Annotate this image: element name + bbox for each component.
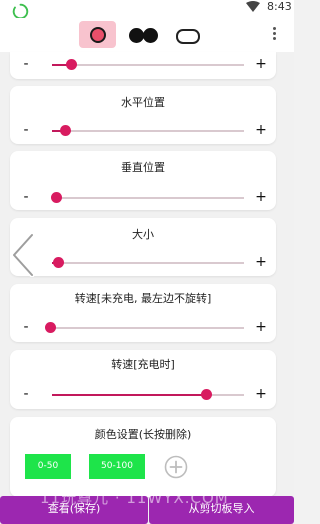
slider-track[interactable] <box>51 192 244 203</box>
tab-pill-style[interactable] <box>172 21 204 48</box>
slider-card-vertical-position: 垂直位置 - + <box>10 151 276 210</box>
slider-label: 水平位置 <box>121 96 165 109</box>
increase-button[interactable]: + <box>255 387 267 401</box>
double-dot-icon <box>143 28 158 43</box>
slider-label: 转速[充电时] <box>111 358 175 371</box>
increase-button[interactable]: + <box>255 255 267 269</box>
decrease-button[interactable]: - <box>20 320 32 334</box>
double-dot-icon <box>129 28 144 43</box>
slider-thumb[interactable] <box>60 125 71 136</box>
slider-card-speed-charging: 转速[充电时] - + <box>10 350 276 409</box>
decrease-button[interactable]: - <box>20 123 32 137</box>
decrease-button[interactable]: - <box>20 57 32 71</box>
slider-card-speed-unplugged: 转速[未充电, 最左边不旋转] - + <box>10 284 276 342</box>
tab-double-dot-style[interactable] <box>124 21 164 48</box>
pill-icon <box>176 29 200 44</box>
tab-ring-style[interactable] <box>79 21 116 48</box>
add-circle-icon[interactable] <box>164 455 188 479</box>
slider-fill <box>52 394 206 396</box>
view-save-button[interactable]: 查看(保存) <box>0 496 148 524</box>
color-swatch[interactable]: 0-50 <box>25 454 71 479</box>
chevron-left-icon[interactable] <box>8 233 38 277</box>
slider-track[interactable] <box>52 125 244 136</box>
slider-track[interactable] <box>45 322 244 333</box>
style-toolbar <box>0 18 294 52</box>
import-clipboard-button[interactable]: 从剪切板导入 <box>149 496 294 524</box>
app-screen: 8:43 - + 水平位置 - + 垂直位置 - + 大小 + 转速[未充电, … <box>0 0 294 524</box>
slider-card-horizontal-position: 水平位置 - + <box>10 86 276 144</box>
wifi-icon <box>246 1 260 12</box>
increase-button[interactable]: + <box>255 320 267 334</box>
slider-thumb[interactable] <box>51 192 62 203</box>
slider-track[interactable] <box>52 59 244 70</box>
slider-card-partial: - + <box>10 52 276 79</box>
increase-button[interactable]: + <box>255 57 267 71</box>
increase-button[interactable]: + <box>255 190 267 204</box>
color-swatch[interactable]: 50-100 <box>89 454 145 479</box>
increase-button[interactable]: + <box>255 123 267 137</box>
slider-thumb[interactable] <box>53 257 64 268</box>
slider-label: 大小 <box>132 228 154 241</box>
slider-thumb[interactable] <box>201 389 212 400</box>
slider-label: 转速[未充电, 最左边不旋转] <box>74 292 212 305</box>
slider-thumb[interactable] <box>45 322 56 333</box>
ring-icon <box>90 27 106 43</box>
more-vertical-icon[interactable] <box>270 26 278 42</box>
slider-track[interactable] <box>52 389 244 400</box>
slider-thumb[interactable] <box>66 59 77 70</box>
status-time: 8:43 <box>267 0 292 13</box>
slider-track[interactable] <box>52 257 244 268</box>
status-bar: 8:43 <box>0 0 294 20</box>
color-settings-title: 颜色设置(长按删除) <box>94 428 192 441</box>
decrease-button[interactable]: - <box>20 190 32 204</box>
decrease-button[interactable]: - <box>20 387 32 401</box>
slider-card-size: 大小 + <box>10 218 276 276</box>
slider-label: 垂直位置 <box>121 161 165 174</box>
color-settings-card: 颜色设置(长按删除) 0-50 50-100 <box>10 417 276 497</box>
